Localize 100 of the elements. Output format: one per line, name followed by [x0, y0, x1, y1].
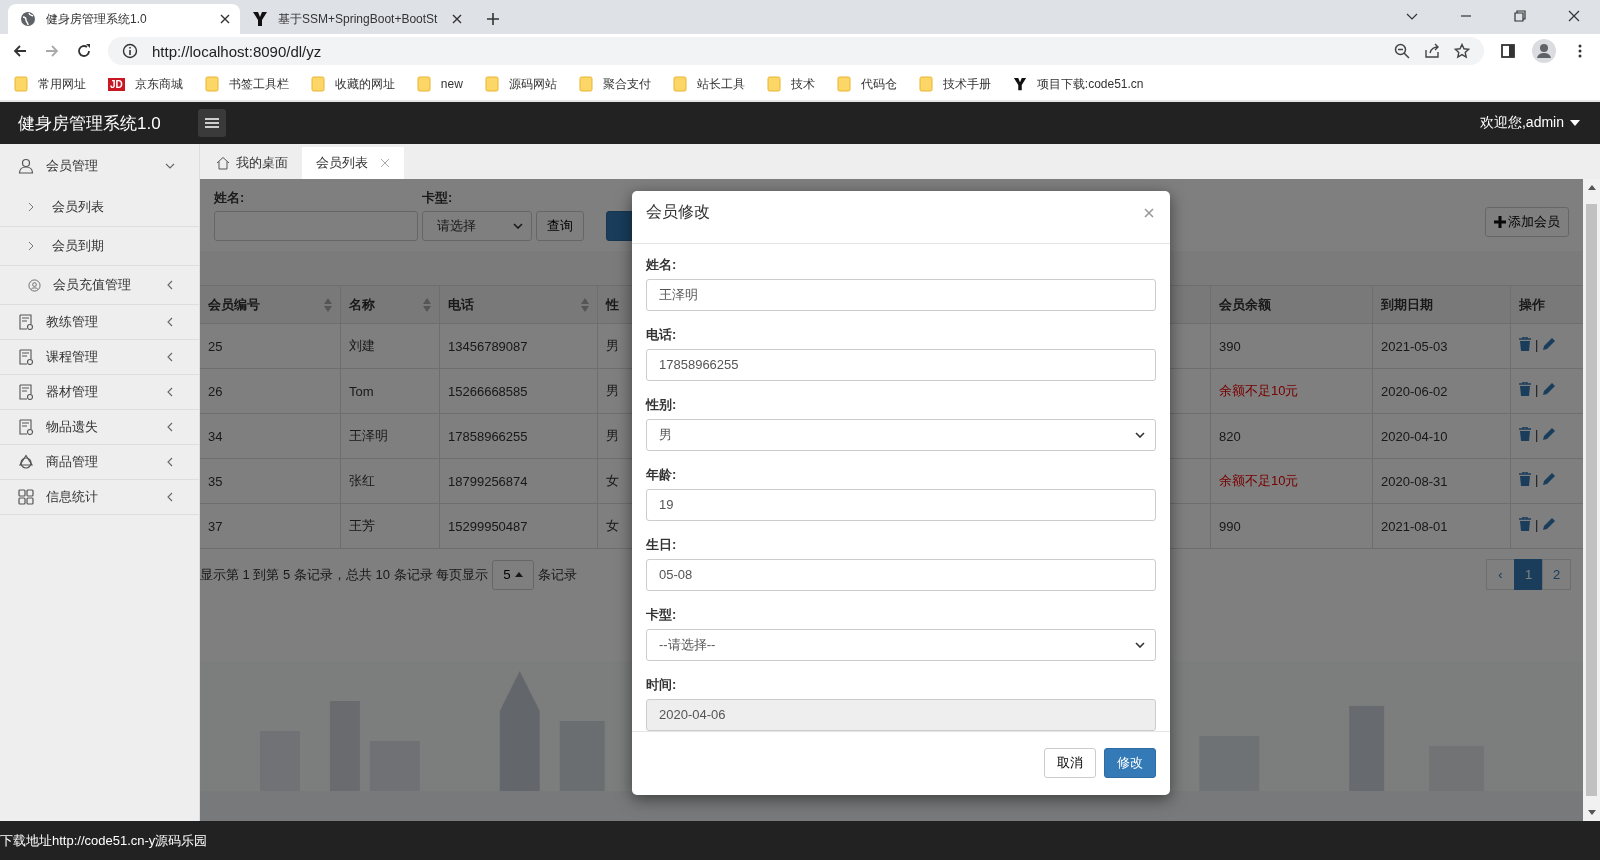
submit-button[interactable]: 修改: [1104, 748, 1156, 779]
column-header[interactable]: 电话: [440, 286, 598, 323]
trash-icon[interactable]: [1519, 382, 1531, 396]
sidebar-item[interactable]: 会员列表: [0, 188, 199, 227]
table-cell: 34: [208, 428, 223, 444]
bookmark[interactable]: 项目下载:code51.cn: [1012, 75, 1144, 93]
card-type-select[interactable]: 请选择: [422, 211, 532, 241]
side-panel-icon[interactable]: [1500, 43, 1516, 59]
scrollbar[interactable]: [1583, 179, 1600, 821]
page-size-dropdown[interactable]: 5: [492, 559, 534, 590]
bookmark[interactable]: new: [416, 76, 463, 92]
table-cell: 男: [606, 382, 619, 400]
name-input[interactable]: [214, 211, 418, 241]
sidebar-item[interactable]: 会员管理: [0, 144, 199, 188]
pencil-icon[interactable]: [1542, 337, 1557, 351]
menu-button[interactable]: [198, 109, 226, 137]
query-button[interactable]: 查询: [536, 211, 584, 241]
address-bar[interactable]: http://localhost:8090/dl/yz: [108, 37, 1484, 65]
input-field[interactable]: 17858966255: [646, 348, 1156, 381]
close-icon[interactable]: [220, 14, 230, 24]
grid-icon: [18, 489, 34, 505]
pencil-icon[interactable]: [1542, 427, 1557, 441]
bookmark[interactable]: 收藏的网址: [310, 75, 395, 93]
profile-icon[interactable]: [1532, 39, 1556, 63]
table-cell: 15299950487: [448, 518, 528, 534]
folder-icon: [766, 76, 781, 92]
folder-icon: [672, 76, 687, 92]
column-header[interactable]: 名称: [341, 286, 440, 323]
scroll-down-icon[interactable]: [1587, 810, 1596, 815]
sidebar-item[interactable]: 信息统计: [0, 480, 199, 515]
add-member-button[interactable]: 添加会员: [1485, 207, 1569, 237]
pencil-icon[interactable]: [1542, 517, 1557, 531]
pagination-info: 显示第 1 到第 5 条记录，总共 10 条记录 每页显示: [200, 565, 489, 584]
bookmark[interactable]: 聚合支付: [578, 75, 651, 93]
input-field[interactable]: 王泽明: [646, 278, 1156, 311]
trash-icon[interactable]: [1519, 472, 1531, 486]
bookmark[interactable]: JD 京东商城: [108, 75, 183, 93]
chevron-left-icon: [165, 387, 175, 397]
pencil-icon[interactable]: [1542, 472, 1557, 486]
bookmark[interactable]: 技术手册: [918, 75, 991, 93]
sidebar-item[interactable]: 会员充值管理: [0, 266, 199, 305]
star-icon[interactable]: [1454, 43, 1470, 59]
cycle-icon: [18, 454, 34, 470]
bookmark[interactable]: 书签工具栏: [204, 75, 289, 93]
logo-icon: JD: [108, 77, 125, 91]
sidebar-item[interactable]: 会员到期: [0, 227, 199, 266]
chevron-left-icon: [165, 352, 175, 362]
footer-text: 下载地址http://code51.cn-y源码乐园: [0, 831, 208, 850]
input-field[interactable]: 2020-04-06: [646, 698, 1156, 731]
select-field[interactable]: --请选择--: [646, 628, 1156, 661]
chevron-down-icon: [1135, 431, 1145, 438]
trash-icon[interactable]: [1519, 427, 1531, 441]
bookmark[interactable]: 代码仓: [836, 75, 897, 93]
bookmark[interactable]: 技术: [766, 75, 815, 93]
trash-icon[interactable]: [1519, 517, 1531, 531]
cancel-button[interactable]: 取消: [1044, 748, 1096, 779]
browser-tab[interactable]: 基于SSM+SpringBoot+BootSt: [240, 4, 472, 34]
share-icon[interactable]: [1424, 43, 1440, 59]
restore-icon[interactable]: [1514, 10, 1526, 22]
user-menu[interactable]: 欢迎您,admin: [1479, 114, 1580, 132]
input-field[interactable]: 05-08: [646, 558, 1156, 591]
browser-tab[interactable]: 健身房管理系统1.0: [8, 4, 240, 34]
table-cell: 2020-08-31: [1381, 473, 1448, 489]
separator: |: [1535, 471, 1539, 487]
back-icon[interactable]: [12, 43, 28, 59]
chevron-down-icon: [1135, 641, 1145, 648]
sidebar-item[interactable]: 课程管理: [0, 340, 199, 375]
column-header[interactable]: 到期日期: [1373, 286, 1511, 323]
column-header[interactable]: 会员余额: [1211, 286, 1373, 323]
bookmark[interactable]: 站长工具: [672, 75, 745, 93]
bookmark[interactable]: 源码网站: [484, 75, 557, 93]
folder-icon: [918, 76, 933, 92]
folder-icon: [836, 76, 851, 92]
sidebar-item[interactable]: 物品遗失: [0, 410, 199, 445]
page-tab[interactable]: 我的桌面: [202, 147, 302, 179]
close-icon[interactable]: [1568, 10, 1580, 22]
form-icon: [18, 349, 34, 365]
select-field[interactable]: 男: [646, 418, 1156, 451]
trash-icon[interactable]: [1519, 337, 1531, 351]
close-icon[interactable]: [452, 14, 462, 24]
chevron-down-icon: [165, 161, 175, 171]
chevron-left-icon: [165, 457, 175, 467]
zoom-out-icon[interactable]: [1394, 43, 1410, 59]
app-title: 健身房管理系统1.0: [18, 112, 162, 135]
sidebar-item[interactable]: 器材管理: [0, 375, 199, 410]
field-label: 年龄:: [646, 465, 678, 484]
reload-icon[interactable]: [76, 43, 92, 59]
table-cell: 37: [208, 518, 223, 534]
pencil-icon[interactable]: [1542, 382, 1557, 396]
new-tab-icon[interactable]: [486, 12, 500, 26]
scroll-up-icon[interactable]: [1587, 185, 1596, 190]
input-field[interactable]: 19: [646, 488, 1156, 521]
table-cell: 2021-08-01: [1381, 518, 1448, 534]
bookmark[interactable]: 常用网址: [14, 75, 86, 93]
pagination-info: 条记录: [537, 565, 577, 584]
sidebar-item[interactable]: 商品管理: [0, 445, 199, 480]
sidebar-item[interactable]: 教练管理: [0, 305, 199, 340]
column-header[interactable]: 会员编号: [200, 286, 341, 323]
page-tab[interactable]: 会员列表: [302, 147, 404, 179]
chevron-left-icon: [165, 422, 175, 432]
